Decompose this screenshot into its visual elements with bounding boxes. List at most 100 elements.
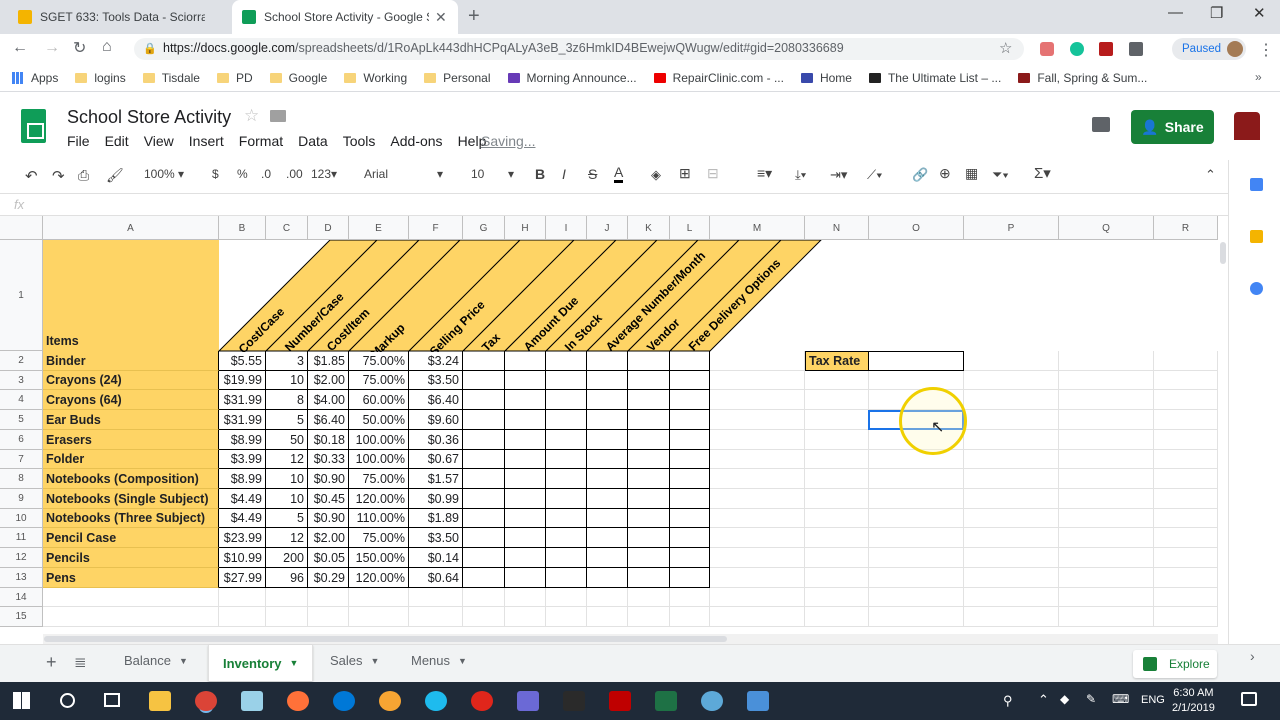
bookmark-morning-announce[interactable]: Morning Announce... xyxy=(507,71,637,85)
blank-data-cell[interactable] xyxy=(587,390,628,410)
cost-item-cell[interactable]: $0.90 xyxy=(308,469,349,489)
empty-cell[interactable] xyxy=(869,450,964,469)
cost-case-cell[interactable]: $8.99 xyxy=(219,430,266,450)
currency-format-button[interactable]: $ xyxy=(212,167,219,181)
blank-data-cell[interactable] xyxy=(463,568,505,588)
bookmark-personal[interactable]: Personal xyxy=(424,71,491,85)
column-header-e[interactable]: E xyxy=(349,216,409,240)
blank-data-cell[interactable] xyxy=(628,568,670,588)
save-status[interactable]: Saving... xyxy=(481,133,535,149)
item-cell[interactable]: Pens xyxy=(43,568,219,588)
empty-cell[interactable] xyxy=(805,410,869,430)
number-case-cell[interactable]: 12 xyxy=(266,528,308,548)
row-header-12[interactable]: 12 xyxy=(0,548,43,568)
price-cell[interactable]: $3.24 xyxy=(409,351,463,371)
blank-data-cell[interactable] xyxy=(463,351,505,371)
more-bookmarks-icon[interactable]: » xyxy=(1255,70,1262,84)
blank-data-cell[interactable] xyxy=(463,528,505,548)
cost-item-cell[interactable]: $2.00 xyxy=(308,528,349,548)
blank-data-cell[interactable] xyxy=(505,371,546,390)
all-sheets-icon[interactable]: ≣ xyxy=(74,653,87,671)
new-tab-button[interactable]: + xyxy=(468,5,480,28)
empty-cell[interactable] xyxy=(1154,450,1218,469)
empty-cell[interactable] xyxy=(266,607,308,627)
blank-data-cell[interactable] xyxy=(546,489,587,509)
bookmark-logins[interactable]: logins xyxy=(75,71,126,85)
blank-data-cell[interactable] xyxy=(628,351,670,371)
profile-button[interactable]: Paused xyxy=(1172,38,1246,60)
empty-cell[interactable] xyxy=(1059,489,1154,509)
column-header-r[interactable]: R xyxy=(1154,216,1218,240)
price-cell[interactable]: $3.50 xyxy=(409,528,463,548)
empty-cell[interactable] xyxy=(710,568,805,588)
blank-data-cell[interactable] xyxy=(546,548,587,568)
empty-cell[interactable] xyxy=(869,371,964,390)
empty-cell[interactable] xyxy=(710,430,805,450)
empty-cell[interactable] xyxy=(869,548,964,568)
empty-cell[interactable] xyxy=(805,390,869,410)
blank-data-cell[interactable] xyxy=(670,410,710,430)
empty-cell[interactable] xyxy=(869,568,964,588)
tab-dropdown-icon[interactable]: ▼ xyxy=(371,656,380,666)
functions-icon[interactable]: Σ▾ xyxy=(1034,164,1051,182)
fill-color-icon[interactable]: ◈ xyxy=(651,167,661,183)
cost-item-cell[interactable]: $4.00 xyxy=(308,390,349,410)
empty-cell[interactable] xyxy=(1059,450,1154,469)
empty-cell[interactable] xyxy=(710,390,805,410)
cost-case-cell[interactable]: $4.49 xyxy=(219,509,266,528)
blank-data-cell[interactable] xyxy=(587,528,628,548)
app-icon[interactable] xyxy=(241,691,263,711)
comments-icon[interactable] xyxy=(1092,117,1110,132)
tray-up-icon[interactable]: ⌃ xyxy=(1038,692,1049,708)
empty-cell[interactable] xyxy=(964,568,1059,588)
cost-case-cell[interactable]: $3.99 xyxy=(219,450,266,469)
blank-data-cell[interactable] xyxy=(628,430,670,450)
markup-cell[interactable]: 75.00% xyxy=(349,351,409,371)
empty-cell[interactable] xyxy=(805,528,869,548)
empty-cell[interactable] xyxy=(964,509,1059,528)
menu-file[interactable]: File xyxy=(67,133,90,149)
blank-data-cell[interactable] xyxy=(505,568,546,588)
blank-data-cell[interactable] xyxy=(587,450,628,469)
empty-cell[interactable] xyxy=(628,607,670,627)
blank-data-cell[interactable] xyxy=(546,528,587,548)
price-cell[interactable]: $0.36 xyxy=(409,430,463,450)
row-header-9[interactable]: 9 xyxy=(0,489,43,509)
blank-data-cell[interactable] xyxy=(505,450,546,469)
cost-item-cell[interactable]: $0.29 xyxy=(308,568,349,588)
blank-data-cell[interactable] xyxy=(505,528,546,548)
number-case-cell[interactable]: 10 xyxy=(266,469,308,489)
number-case-cell[interactable]: 200 xyxy=(266,548,308,568)
tab-dropdown-icon[interactable]: ▼ xyxy=(290,658,299,668)
extension-icon[interactable] xyxy=(1040,42,1054,56)
blank-data-cell[interactable] xyxy=(670,528,710,548)
text-wrap-icon[interactable]: ⇥▾ xyxy=(830,167,847,183)
move-folder-icon[interactable] xyxy=(270,110,286,122)
markup-cell[interactable]: 110.00% xyxy=(349,509,409,528)
menu-view[interactable]: View xyxy=(144,133,174,149)
blank-data-cell[interactable] xyxy=(463,390,505,410)
empty-cell[interactable] xyxy=(670,588,710,607)
clock[interactable]: 6:30 AM 2/1/2019 xyxy=(1172,686,1215,716)
blank-data-cell[interactable] xyxy=(546,469,587,489)
school-crest-icon[interactable] xyxy=(1234,112,1260,140)
empty-cell[interactable] xyxy=(505,588,546,607)
blank-data-cell[interactable] xyxy=(670,430,710,450)
back-icon[interactable]: ← xyxy=(12,39,28,57)
item-cell[interactable]: Pencil Case xyxy=(43,528,219,548)
expand-side-panel-icon[interactable]: › xyxy=(1250,648,1255,664)
horizontal-scroll-thumb[interactable] xyxy=(44,636,727,642)
empty-cell[interactable] xyxy=(1154,548,1218,568)
blank-data-cell[interactable] xyxy=(628,371,670,390)
column-header-m[interactable]: M xyxy=(710,216,805,240)
firefox-icon[interactable] xyxy=(287,691,309,711)
markup-cell[interactable]: 50.00% xyxy=(349,410,409,430)
sheet-tab-sales[interactable]: Sales ▼ xyxy=(330,653,379,668)
grammarly-icon[interactable] xyxy=(1070,42,1084,56)
empty-cell[interactable] xyxy=(869,528,964,548)
blank-data-cell[interactable] xyxy=(546,351,587,371)
home-icon[interactable]: ⌂ xyxy=(102,38,112,56)
blank-data-cell[interactable] xyxy=(463,410,505,430)
row-header-3[interactable]: 3 xyxy=(0,371,43,390)
blank-data-cell[interactable] xyxy=(670,489,710,509)
